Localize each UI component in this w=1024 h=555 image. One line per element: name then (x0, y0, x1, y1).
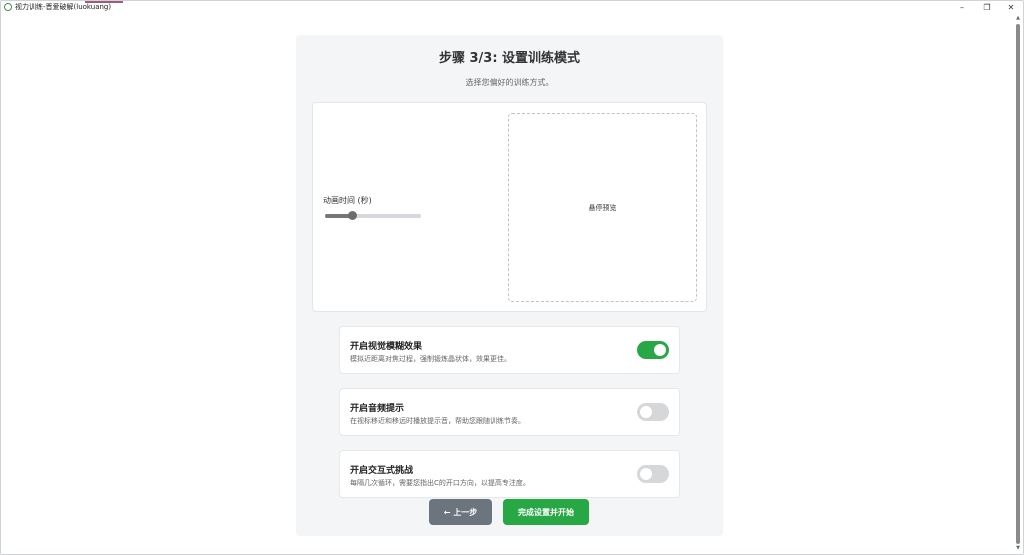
option-description: 在视标移近和移远时播放提示音，帮助您跟随训练节奏。 (350, 417, 525, 425)
option-visual-blur: 开启视觉模糊效果 模拟近距离对焦过程，强制锻炼晶状体，效果更佳。 (339, 326, 680, 374)
previous-step-button[interactable]: ← 上一步 (429, 499, 492, 525)
scroll-down-icon[interactable]: ▼ (1015, 544, 1021, 552)
option-title: 开启视觉模糊效果 (350, 342, 423, 352)
title-bar: 视力训练-晋爱破解(luokuang) – ❐ ✕ (1, 1, 1024, 13)
slider-thumb[interactable] (347, 211, 357, 220)
animation-time-slider[interactable] (325, 211, 421, 220)
restore-button[interactable]: ❐ (975, 1, 999, 13)
audio-cue-toggle[interactable] (637, 403, 669, 421)
scroll-up-icon[interactable]: ▲ (1015, 14, 1021, 22)
option-description: 模拟近距离对焦过程，强制锻炼晶状体，效果更佳。 (350, 355, 511, 363)
animation-time-label: 动画时间 (秒) (323, 196, 372, 205)
hover-preview-label: 悬停预览 (588, 203, 617, 212)
finish-and-start-button[interactable]: 完成设置并开始 (503, 499, 589, 525)
option-title: 开启音频提示 (350, 404, 405, 414)
vertical-scrollbar[interactable]: ▲ ▼ (1015, 14, 1021, 552)
option-description: 每隔几次循环，需要您指出C的开口方向，以提高专注度。 (350, 479, 530, 487)
hover-preview-area[interactable]: 悬停预览 (508, 113, 697, 302)
setup-card: 步骤 3/3: 设置训练模式 选择您偏好的训练方式。 动画时间 (秒) 悬停预览… (296, 35, 723, 536)
visual-blur-toggle[interactable] (637, 341, 669, 359)
option-interactive-challenge: 开启交互式挑战 每隔几次循环，需要您指出C的开口方向，以提高专注度。 (339, 450, 680, 498)
step-subtitle: 选择您偏好的训练方式。 (465, 78, 554, 87)
option-title: 开启交互式挑战 (350, 466, 414, 476)
preview-panel: 动画时间 (秒) 悬停预览 (312, 102, 707, 312)
toggle-knob (640, 406, 652, 418)
scroll-thumb[interactable] (1016, 24, 1020, 544)
interactive-challenge-toggle[interactable] (637, 465, 669, 483)
option-audio-cue: 开启音频提示 在视标移近和移远时播放提示音，帮助您跟随训练节奏。 (339, 388, 680, 436)
close-button[interactable]: ✕ (999, 1, 1023, 13)
toggle-knob (640, 468, 652, 480)
app-window: 视力训练-晋爱破解(luokuang) – ❐ ✕ ▲ ▼ 步骤 3/3: 设置… (0, 0, 1024, 555)
step-title: 步骤 3/3: 设置训练模式 (438, 51, 581, 66)
toggle-knob (654, 344, 666, 356)
minimize-button[interactable]: – (950, 1, 974, 13)
window-title: 视力训练-晋爱破解(luokuang) (15, 3, 112, 11)
app-icon (4, 3, 12, 11)
